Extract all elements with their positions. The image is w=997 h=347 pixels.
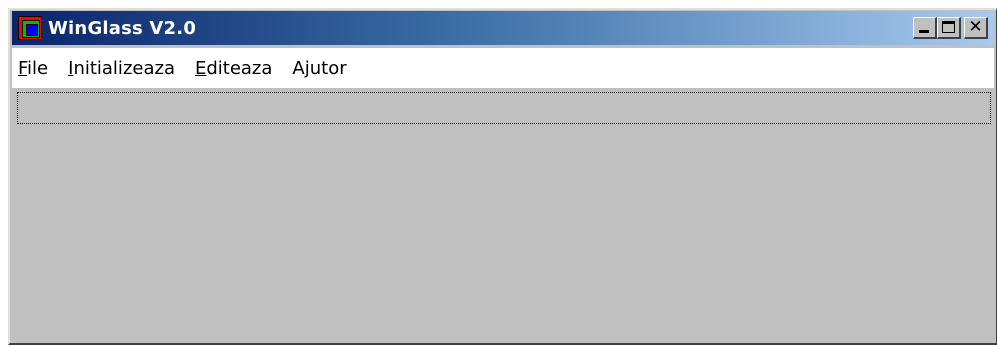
menu-bar: File Initializeaza Editeaza Ajutor (12, 48, 994, 88)
menu-file-mnemonic: F (18, 57, 28, 79)
menu-editeaza[interactable]: Editeaza (195, 58, 272, 79)
menu-ajutor-label: Ajutor (292, 57, 347, 79)
minimize-icon (919, 30, 929, 33)
app-icon-blue-square (26, 24, 38, 36)
app-icon[interactable] (18, 16, 42, 40)
title-buttons: ✕ (913, 17, 988, 39)
menu-initializeaza-label: nitializeaza (73, 57, 175, 79)
client-area (12, 128, 994, 341)
minimize-button[interactable] (913, 17, 937, 39)
title-bar[interactable]: WinGlass V2.0 ✕ (12, 11, 994, 45)
app-icon-green-square (22, 20, 40, 38)
window-title: WinGlass V2.0 (48, 17, 197, 39)
menu-file[interactable]: File (18, 58, 48, 79)
menu-editeaza-label: diteaza (206, 57, 273, 79)
maximize-button[interactable] (937, 17, 961, 39)
main-window: WinGlass V2.0 ✕ File Initializeaza Edite… (8, 8, 997, 345)
menu-initializeaza[interactable]: Initializeaza (68, 58, 175, 79)
menu-ajutor[interactable]: Ajutor (292, 58, 346, 79)
close-icon: ✕ (968, 17, 983, 37)
menu-editeaza-mnemonic: E (194, 57, 207, 79)
toolbar-area (17, 92, 991, 124)
maximize-icon (942, 21, 955, 33)
menu-file-label: ile (27, 57, 49, 79)
close-button[interactable]: ✕ (964, 17, 988, 39)
